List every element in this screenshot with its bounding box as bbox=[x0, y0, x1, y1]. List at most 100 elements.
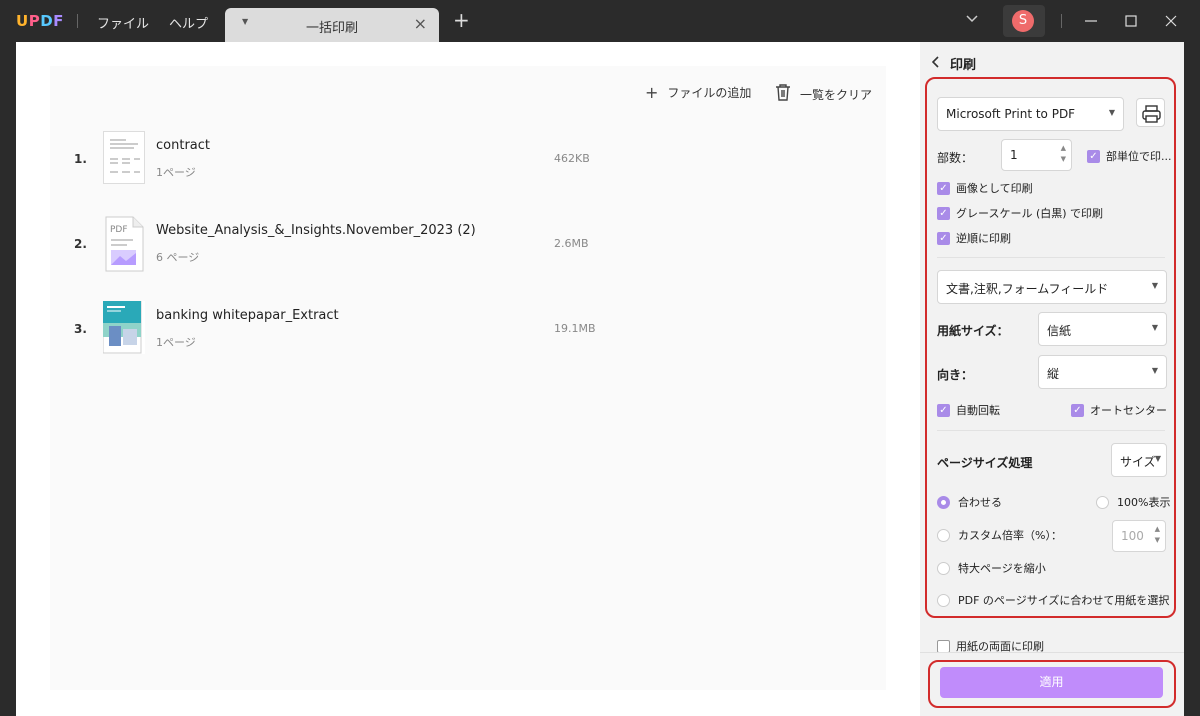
divider bbox=[937, 257, 1165, 258]
new-tab-icon[interactable]: + bbox=[453, 10, 470, 30]
shrink-label: 特大ページを縮小 bbox=[958, 562, 1046, 575]
file-name: contract bbox=[156, 138, 210, 153]
printer-settings-button[interactable] bbox=[1136, 98, 1165, 127]
print-as-image-checkbox[interactable]: ✓ 画像として印刷 bbox=[937, 180, 1033, 196]
clear-list-button[interactable]: 一覧をクリア bbox=[775, 83, 872, 105]
orientation-value: 縦 bbox=[1047, 367, 1060, 381]
orientation-select[interactable]: 縦 ▼ bbox=[1038, 355, 1167, 389]
main-area: + ファイルの追加 一覧をクリア 1. contract 1ページ 462KB … bbox=[16, 42, 920, 716]
orientation-label: 向き： bbox=[937, 368, 974, 382]
tab-batch-print[interactable]: ▼ 一括印刷 × bbox=[225, 8, 439, 42]
back-icon[interactable] bbox=[931, 55, 940, 72]
account-button[interactable]: S bbox=[1003, 5, 1045, 37]
chevron-down-icon[interactable] bbox=[965, 12, 979, 29]
caret-down-icon: ▼ bbox=[1108, 108, 1115, 117]
divider bbox=[937, 430, 1165, 431]
fit-label: 合わせる bbox=[958, 496, 1002, 509]
checkbox-checked-icon: ✓ bbox=[937, 403, 950, 417]
menu-help[interactable]: ヘルプ bbox=[169, 13, 208, 32]
file-row[interactable]: 3. banking whitepapar_Extract 1ページ 19.1M… bbox=[74, 300, 634, 357]
paper-size-value: 信紙 bbox=[1047, 324, 1072, 338]
paper-size-label: 用紙サイズ： bbox=[937, 324, 1009, 338]
clear-list-label: 一覧をクリア bbox=[800, 87, 873, 102]
actual-size-radio[interactable]: 100%表示 bbox=[1096, 494, 1170, 510]
printer-select[interactable]: Microsoft Print to PDF ▼ bbox=[937, 97, 1124, 131]
pdf-file-icon: PDF bbox=[103, 216, 145, 272]
printer-value: Microsoft Print to PDF bbox=[946, 107, 1076, 121]
caret-down-icon: ▼ bbox=[1151, 323, 1158, 332]
checkbox-checked-icon: ✓ bbox=[1087, 149, 1100, 163]
custom-scale-label: カスタム倍率（%）： bbox=[958, 529, 1062, 542]
page-sizing-value: サイズ bbox=[1120, 455, 1156, 469]
file-pages: 1ページ bbox=[156, 166, 196, 179]
print-header: 印刷 bbox=[931, 54, 977, 73]
tab-close-icon[interactable]: × bbox=[414, 14, 427, 33]
checkbox-checked-icon: ✓ bbox=[937, 181, 950, 195]
copies-value: 1 bbox=[1010, 148, 1018, 162]
maximize-button[interactable] bbox=[1117, 8, 1145, 34]
file-name: Website_Analysis_&_Insights.November_202… bbox=[156, 223, 476, 238]
tab-title: 一括印刷 bbox=[305, 21, 358, 36]
add-file-button[interactable]: + ファイルの追加 bbox=[645, 83, 751, 102]
file-index: 3. bbox=[74, 322, 87, 336]
print-title: 印刷 bbox=[950, 58, 977, 73]
checkbox-icon bbox=[937, 639, 950, 653]
grayscale-checkbox[interactable]: ✓ グレースケール (白黒) で印刷 bbox=[937, 205, 1103, 221]
file-pages: 1ページ bbox=[156, 336, 196, 349]
separator bbox=[77, 14, 78, 28]
collate-checkbox[interactable]: ✓ 部単位で印... bbox=[1087, 148, 1172, 164]
custom-scale-radio[interactable]: カスタム倍率（%）： bbox=[937, 527, 1062, 543]
paper-size-select[interactable]: 信紙 ▼ bbox=[1038, 312, 1167, 346]
content-select[interactable]: 文書,注釈,フォームフィールド ▼ bbox=[937, 270, 1167, 304]
content-value: 文書,注釈,フォームフィールド bbox=[946, 282, 1109, 296]
file-thumbnail bbox=[103, 131, 145, 184]
minimize-button[interactable] bbox=[1077, 8, 1105, 34]
spinner-icon[interactable]: ▲ ▼ bbox=[1155, 524, 1160, 546]
reverse-order-checkbox[interactable]: ✓ 逆順に印刷 bbox=[937, 230, 1011, 246]
file-size: 462KB bbox=[554, 152, 590, 165]
updf-logo: UPDF bbox=[16, 12, 64, 30]
caret-down-icon: ▼ bbox=[1154, 454, 1161, 463]
file-size: 2.6MB bbox=[554, 237, 589, 250]
auto-center-label: オートセンター bbox=[1090, 404, 1167, 417]
plus-icon: + bbox=[645, 83, 659, 102]
spinner-icon[interactable]: ▲ ▼ bbox=[1061, 143, 1066, 165]
auto-rotate-checkbox[interactable]: ✓ 自動回転 bbox=[937, 402, 1000, 418]
custom-scale-input[interactable]: 100 ▲ ▼ bbox=[1112, 520, 1166, 552]
title-bar: UPDF ファイル ヘルプ ▼ 一括印刷 × + S bbox=[0, 0, 1200, 42]
shrink-radio[interactable]: 特大ページを縮小 bbox=[937, 560, 1046, 576]
separator bbox=[1061, 14, 1062, 28]
file-row[interactable]: 2. PDF Website_Analysis_&_Insights.Novem… bbox=[74, 216, 634, 272]
choose-paper-radio[interactable]: PDF のページサイズに合わせて用紙を選択 bbox=[937, 592, 1169, 608]
file-index: 1. bbox=[74, 152, 87, 166]
radio-icon bbox=[1096, 495, 1109, 509]
file-size: 19.1MB bbox=[554, 322, 596, 335]
menu-file[interactable]: ファイル bbox=[97, 13, 149, 32]
caret-down-icon: ▼ bbox=[1151, 281, 1158, 290]
copies-label: 部数： bbox=[937, 151, 974, 165]
fit-radio[interactable]: 合わせる bbox=[937, 494, 1002, 510]
printer-icon bbox=[1142, 105, 1161, 123]
copies-input[interactable]: 1 ▲ ▼ bbox=[1001, 139, 1072, 171]
file-name: banking whitepapar_Extract bbox=[156, 308, 339, 323]
checkbox-checked-icon: ✓ bbox=[937, 206, 950, 220]
page-sizing-select[interactable]: サイズ ▼ bbox=[1111, 443, 1167, 477]
file-row[interactable]: 1. contract 1ページ 462KB bbox=[74, 131, 634, 187]
actual-size-label: 100%表示 bbox=[1117, 496, 1171, 509]
avatar: S bbox=[1012, 10, 1034, 32]
file-thumbnail bbox=[102, 300, 145, 354]
checkbox-checked-icon: ✓ bbox=[1071, 403, 1084, 417]
page-sizing-label: ページサイズ処理 bbox=[937, 456, 1033, 470]
auto-center-checkbox[interactable]: ✓ オートセンター bbox=[1071, 402, 1167, 418]
custom-scale-value: 100 bbox=[1121, 529, 1144, 543]
apply-button[interactable]: 適用 bbox=[940, 667, 1163, 698]
reverse-order-label: 逆順に印刷 bbox=[956, 232, 1011, 245]
close-window-button[interactable] bbox=[1157, 8, 1185, 34]
choose-paper-label: PDF のページサイズに合わせて用紙を選択 bbox=[958, 594, 1170, 607]
grayscale-label: グレースケール (白黒) で印刷 bbox=[956, 207, 1104, 220]
caret-down-icon: ▼ bbox=[1151, 366, 1158, 375]
print-as-image-label: 画像として印刷 bbox=[956, 182, 1033, 195]
radio-icon bbox=[937, 528, 950, 542]
file-index: 2. bbox=[74, 237, 87, 251]
radio-icon bbox=[937, 593, 950, 607]
